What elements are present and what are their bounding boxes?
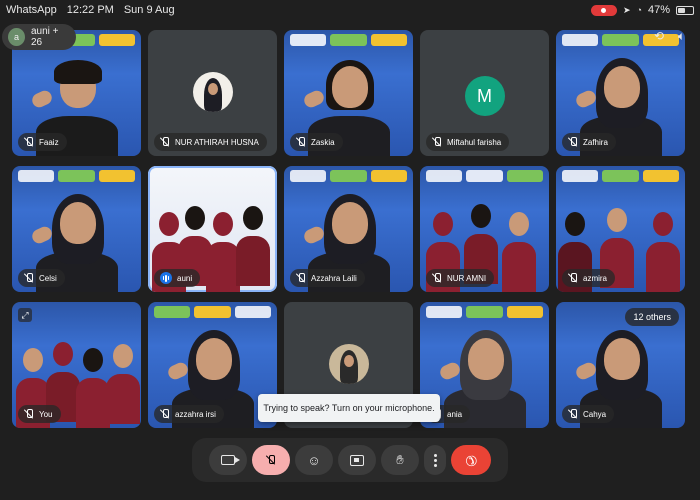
participant-avatar: a (8, 28, 25, 46)
name-chip: Zafhira (562, 133, 616, 151)
name-chip: Faaiz (18, 133, 67, 151)
name-chip: Miftahul farisha (426, 133, 510, 151)
emoji-icon: ☺ (307, 452, 321, 468)
name-chip: azmira (562, 269, 616, 287)
name-chip: azzahra irsi (154, 405, 224, 423)
mic-off-icon (160, 137, 170, 147)
participant-avatar (328, 344, 369, 384)
more-options-button[interactable] (424, 445, 446, 475)
others-count-button[interactable]: 12 others (625, 308, 679, 326)
mic-off-icon (24, 137, 34, 147)
mic-off-icon (266, 455, 276, 465)
status-right: ➤ ◔ 47% (590, 4, 694, 16)
name-chip: Zaskia (290, 133, 343, 151)
participant-tile[interactable]: Zaskia (284, 30, 413, 156)
participant-tile[interactable]: 12 others Cahya (556, 302, 685, 428)
call-controls-bar: ☺ ✋︎ ✆ (192, 438, 508, 482)
participant-avatar: M (464, 76, 505, 116)
name-chip: auni (154, 269, 201, 287)
name-chip: You (18, 405, 61, 423)
end-call-button[interactable]: ✆ (451, 445, 491, 475)
camera-button[interactable] (209, 445, 247, 475)
battery-icon (676, 5, 694, 15)
wifi-icon: ◔ (636, 5, 642, 15)
participant-tile[interactable]: Azzahra Laili (284, 166, 413, 292)
participant-tile-active-speaker[interactable]: auni (148, 166, 277, 292)
raise-hand-button[interactable]: ✋︎ (381, 445, 419, 475)
speaking-indicator-icon (160, 272, 172, 284)
participant-tile[interactable]: Zafhira (556, 30, 685, 156)
participant-tile[interactable]: M Miftahul farisha (420, 30, 549, 156)
name-chip: Celsi (18, 269, 65, 287)
more-vert-icon (433, 453, 437, 467)
location-icon: ➤ (622, 4, 631, 15)
status-time: 12:22 PM (66, 4, 114, 16)
back-to-app-link[interactable]: WhatsApp (6, 4, 57, 16)
status-date: Sun 9 Aug (123, 4, 175, 16)
mic-off-icon (24, 273, 34, 283)
mic-hint-toast: Trying to speak? Turn on your microphone… (258, 394, 440, 422)
participant-avatar (192, 72, 233, 112)
present-button[interactable] (338, 445, 376, 475)
name-chip: Azzahra Laili (290, 269, 365, 287)
recording-indicator-icon (590, 4, 617, 16)
mic-off-icon (568, 273, 578, 283)
video-grid: Faaiz NUR ATHIRAH HUSNA Zaskia M Miftahu… (12, 30, 688, 430)
mic-off-icon (296, 273, 306, 283)
participant-tile[interactable]: NUR ATHIRAH HUSNA (148, 30, 277, 156)
status-bar: WhatsApp 12:22 PM Sun 9 Aug ➤ ◔ 47% (0, 0, 700, 20)
switch-camera-icon[interactable]: ⟲ (654, 30, 668, 42)
self-view-expand-icon[interactable]: ⤢ (18, 308, 32, 322)
raise-hand-icon: ✋︎ (396, 452, 404, 467)
participant-tile[interactable]: azmira (556, 166, 685, 292)
name-chip: NUR ATHIRAH HUSNA (154, 133, 267, 151)
participant-tile[interactable]: Celsi (12, 166, 141, 292)
end-call-icon: ✆ (461, 450, 482, 471)
participant-tile[interactable]: NUR AMNI (420, 166, 549, 292)
mic-off-icon (24, 409, 34, 419)
mic-off-icon (432, 273, 442, 283)
name-chip: Cahya (562, 405, 615, 423)
reactions-button[interactable]: ☺ (295, 445, 333, 475)
mic-off-icon (568, 137, 578, 147)
top-right-controls: ⟲ 🔈︎ (654, 30, 692, 42)
participants-pill[interactable]: a auni + 26 (2, 24, 76, 50)
battery-percent: 47% (647, 4, 670, 16)
mic-off-icon (568, 409, 578, 419)
self-view-tile[interactable]: ⤢ You (12, 302, 141, 428)
status-left: WhatsApp 12:22 PM Sun 9 Aug (6, 4, 175, 16)
present-icon (350, 454, 364, 466)
mic-off-icon (296, 137, 306, 147)
speaker-icon[interactable]: 🔈︎ (678, 30, 692, 42)
microphone-button[interactable] (252, 445, 290, 475)
mic-off-icon (432, 137, 442, 147)
camera-icon (221, 455, 240, 465)
participants-label: auni + 26 (30, 26, 59, 48)
name-chip: NUR AMNI (426, 269, 495, 287)
mic-off-icon (160, 409, 170, 419)
